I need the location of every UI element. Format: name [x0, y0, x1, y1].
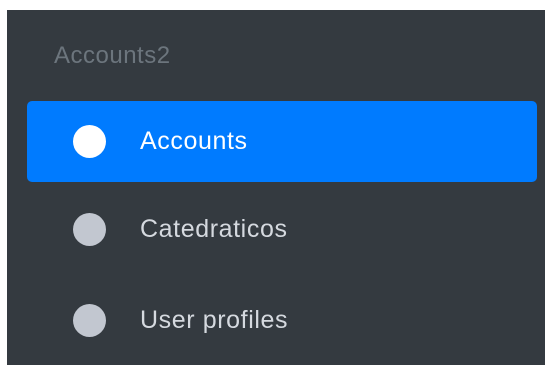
- sidebar-item-label: Accounts: [140, 127, 248, 155]
- sidebar-item-label: User profiles: [140, 306, 289, 334]
- sidebar-item-label: Catedraticos: [140, 215, 288, 243]
- sidebar-section-header: Accounts2: [54, 42, 171, 69]
- sidebar-item-catedraticos[interactable]: Catedraticos: [27, 189, 537, 270]
- sidebar: Accounts2 Accounts Catedraticos User pro…: [7, 10, 545, 365]
- sidebar-item-user-profiles[interactable]: User profiles: [27, 280, 537, 361]
- circle-icon: [73, 213, 106, 246]
- circle-icon: [73, 304, 106, 337]
- sidebar-item-accounts[interactable]: Accounts: [27, 101, 537, 182]
- circle-icon: [73, 125, 106, 158]
